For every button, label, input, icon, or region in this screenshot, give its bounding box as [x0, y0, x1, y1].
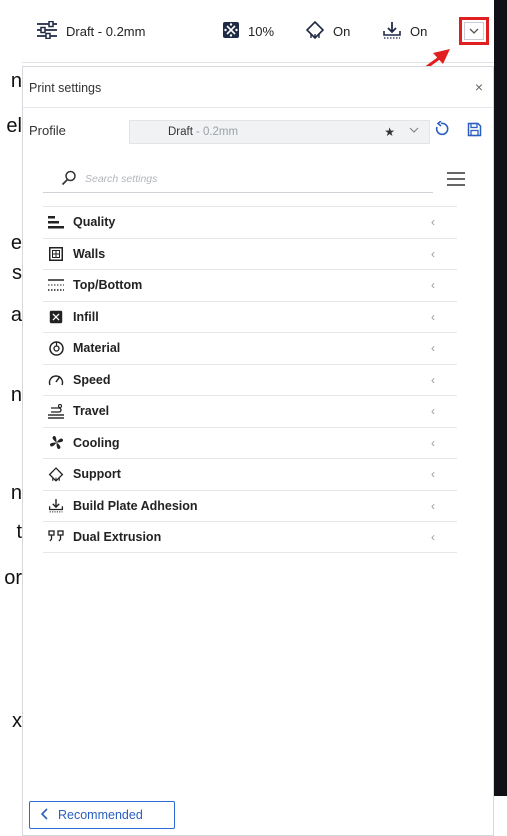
top-bottom-icon [48, 277, 64, 293]
chevron-left-icon: ‹ [431, 215, 435, 230]
category-walls[interactable]: Walls ‹ [43, 237, 457, 270]
profile-name: Draft [168, 126, 193, 138]
reset-icon[interactable] [433, 120, 449, 142]
category-label: Support [73, 467, 121, 482]
category-infill[interactable]: Infill ‹ [43, 300, 457, 333]
category-support[interactable]: Support ‹ [43, 458, 457, 490]
quality-icon [48, 214, 64, 230]
walls-icon [48, 246, 64, 262]
window-edge-strip [494, 0, 507, 836]
profile-select[interactable]: Draft - 0.2mm ★ [129, 120, 430, 144]
category-dual-extrusion[interactable]: Dual Extrusion ‹ [43, 521, 457, 553]
chevron-left-icon: ‹ [431, 278, 435, 293]
chevron-left-icon: ‹ [431, 529, 435, 544]
edge-char: n [10, 482, 22, 504]
adhesion-icon [382, 21, 410, 42]
category-label: Quality [73, 215, 116, 230]
category-material[interactable]: Material ‹ [43, 332, 457, 364]
category-label: Infill [73, 309, 99, 324]
divider [23, 107, 493, 108]
category-build-plate-adhesion[interactable]: Build Plate Adhesion ‹ [43, 489, 457, 522]
material-icon [48, 340, 64, 356]
edge-char: t [16, 521, 22, 543]
close-icon[interactable]: × [475, 79, 483, 95]
save-icon[interactable] [467, 122, 482, 142]
edge-char: n [10, 70, 22, 92]
chevron-left-icon: ‹ [431, 309, 435, 324]
edge-char: x [12, 710, 22, 732]
edge-char: a [10, 304, 22, 326]
adhesion-summary-label: On [410, 23, 428, 39]
speed-icon [48, 372, 64, 388]
search-placeholder: Search settings [85, 173, 158, 185]
category-quality[interactable]: Quality ‹ [43, 206, 457, 238]
profile-summary-label: Draft - 0.2mm [66, 23, 146, 39]
chevron-left-icon [40, 807, 48, 823]
build-plate-adhesion-icon [48, 498, 64, 514]
chevron-left-icon: ‹ [431, 435, 435, 450]
cooling-icon [48, 435, 64, 451]
edge-char: or [4, 567, 22, 589]
category-label: Travel [73, 404, 110, 419]
profile-label: Profile [29, 123, 66, 138]
chevron-left-icon: ‹ [431, 372, 435, 387]
profile-layer-height: - 0.2mm [195, 126, 239, 138]
support-summary[interactable]: On [305, 0, 350, 62]
support-summary-label: On [333, 23, 351, 39]
category-label: Cooling [73, 435, 120, 450]
category-label: Material [73, 341, 121, 356]
category-label: Walls [73, 246, 106, 261]
settings-category-list: Quality ‹ Walls ‹ Top/Bottom ‹ Infill ‹ … [43, 206, 457, 553]
dual-extrusion-icon [48, 529, 64, 545]
infill-summary[interactable]: 10% [222, 0, 274, 62]
category-cooling[interactable]: Cooling ‹ [43, 426, 457, 459]
sliders-icon [36, 20, 66, 42]
category-travel[interactable]: Travel ‹ [43, 395, 457, 427]
edge-char: el [6, 115, 22, 137]
infill-icon [222, 21, 248, 42]
support-icon [48, 466, 64, 482]
recommended-label: Recommended [58, 808, 143, 822]
edge-char: e [10, 232, 22, 254]
profile-summary[interactable]: Draft - 0.2mm [36, 0, 145, 62]
edge-char: n [10, 384, 22, 406]
category-label: Dual Extrusion [73, 529, 162, 544]
chevron-down-icon [409, 123, 419, 140]
star-icon[interactable]: ★ [384, 125, 395, 139]
category-label: Speed [73, 372, 111, 387]
chevron-left-icon: ‹ [431, 341, 435, 356]
travel-icon [48, 403, 64, 419]
chevron-left-icon: ‹ [431, 404, 435, 419]
infill-icon [48, 309, 64, 325]
panel-title: Print settings [29, 81, 102, 95]
category-speed[interactable]: Speed ‹ [43, 363, 457, 396]
print-settings-expand-button[interactable] [459, 17, 489, 45]
chevron-left-icon: ‹ [431, 246, 435, 261]
support-icon [305, 20, 333, 42]
menu-icon[interactable] [446, 171, 466, 192]
category-label: Build Plate Adhesion [73, 498, 198, 513]
category-label: Top/Bottom [73, 278, 143, 293]
chevron-left-icon: ‹ [431, 498, 435, 513]
chevron-left-icon: ‹ [431, 467, 435, 482]
print-settings-panel: Print settings × Profile Draft - 0.2mm ★ [22, 66, 494, 836]
recommended-button[interactable]: Recommended [29, 801, 175, 829]
chevron-down-icon [469, 22, 479, 40]
search-input[interactable]: Search settings [43, 167, 433, 193]
infill-summary-label: 10% [248, 23, 275, 39]
edge-char: s [12, 262, 22, 284]
category-top-bottom[interactable]: Top/Bottom ‹ [43, 269, 457, 301]
